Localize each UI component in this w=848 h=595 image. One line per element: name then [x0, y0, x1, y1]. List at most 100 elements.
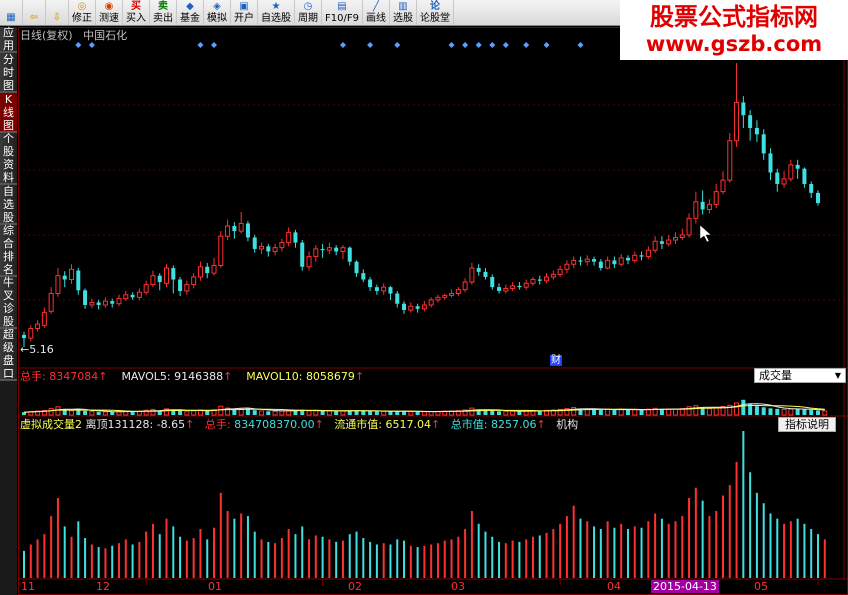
open-account-icon: ▣: [239, 1, 249, 12]
toolbar-button-forum[interactable]: 论论股堂: [417, 0, 454, 25]
toolbar-button-speed[interactable]: ◉ 测速: [96, 0, 123, 25]
volume-bar: [252, 410, 257, 415]
volume-bar: [191, 410, 197, 416]
toolbar-button-simulate[interactable]: ◈ 模拟: [204, 0, 231, 25]
toolbar-button-grid[interactable]: ▦: [0, 0, 23, 25]
toolbar-button-label: 修正: [72, 13, 92, 24]
candle-body: [259, 245, 265, 250]
stock-software-window: ▦ ⇦ ⇩ ◎ 修正 ◉ 测速买买入卖卖出 ◆ 基金 ◈ 模拟 ▣ 开户 ★ 自选股 ◷ 周期 ▤ F10/F9 ╱ 画…: [0, 0, 848, 595]
candle-body: [211, 264, 217, 274]
toolbar-button-fund[interactable]: ◆ 基金: [177, 0, 204, 25]
candle-body: [388, 287, 393, 294]
up-arrow-icon: ↑: [354, 370, 365, 383]
candle-body: [171, 268, 176, 280]
indicator-dropdown[interactable]: 成交量 ▼: [754, 368, 846, 383]
toolbar-button-label: 论股堂: [419, 13, 450, 24]
kline-chart-area[interactable]: 日线(复权) 中国石化 ←5.16 财 总手: 8347084↑ MAVOL5:…: [18, 27, 848, 595]
sidebar-tab-4[interactable]: 自选股: [0, 185, 17, 225]
chart-canvas[interactable]: [18, 27, 848, 595]
select-stock-icon: ▥: [398, 1, 408, 12]
candle-body: [618, 257, 624, 265]
sidebar-tab-1[interactable]: 分时图: [0, 53, 17, 93]
up-arrow-icon: ↑: [223, 370, 233, 383]
candle-body: [497, 287, 502, 291]
candle-body: [761, 134, 766, 154]
candle-body: [178, 279, 183, 291]
volume-bar: [184, 410, 190, 416]
volume-total-value: 8347084: [49, 370, 99, 383]
volume-bar: [781, 408, 787, 416]
sidebar-tab-5[interactable]: 综合排名: [0, 224, 17, 277]
toolbar-button-fix[interactable]: ◎ 修正: [69, 0, 96, 25]
float-cap-label: 流通市值:: [334, 418, 383, 431]
candle-body: [802, 168, 807, 184]
candle-body: [266, 246, 271, 252]
candle-body: [55, 275, 61, 295]
indicator-total-label: 总手:: [204, 418, 231, 431]
sidebar-tab-3[interactable]: 个股资料: [0, 132, 17, 185]
candle-body: [300, 242, 305, 267]
toolbar-button-favorites[interactable]: ★ 自选股: [258, 0, 295, 25]
sidebar-tab-2[interactable]: K线图: [0, 93, 17, 133]
watermark-url: www.gszb.com: [645, 32, 823, 56]
toolbar-button-period[interactable]: ◷ 周期: [295, 0, 322, 25]
x-axis-month-label: 05: [754, 580, 768, 593]
x-axis-month-label: 02: [348, 580, 362, 593]
toolbar-button-buy[interactable]: 买买入: [123, 0, 150, 25]
volume-bar: [388, 411, 393, 415]
speed-icon: ◉: [104, 1, 114, 12]
volume-bar: [693, 405, 699, 416]
signal-marker-icon: [75, 42, 82, 48]
toolbar-button-f10[interactable]: ▤ F10/F9: [322, 0, 363, 25]
toolbar-button-back-arrow[interactable]: ⇦: [23, 0, 46, 25]
volume-bar: [713, 407, 719, 416]
volume-bar: [788, 408, 794, 416]
candle-body: [136, 291, 142, 298]
candle-body: [313, 248, 319, 258]
candle-body: [272, 247, 278, 252]
candle-body: [652, 240, 658, 251]
volume-bar: [279, 410, 285, 416]
candle-body: [157, 275, 162, 283]
sidebar-tab-6[interactable]: 牛叉诊股: [0, 276, 17, 329]
candle-body: [320, 248, 325, 251]
toolbar-button-down-arrow[interactable]: ⇩: [46, 0, 69, 25]
toolbar-button-select-stock[interactable]: ▥ 选股: [390, 0, 417, 25]
sidebar-tab-7[interactable]: 超级盘口: [0, 328, 17, 381]
total-cap-value: 8257.06: [490, 418, 537, 431]
volume-bar: [706, 408, 712, 416]
candle-body: [164, 267, 170, 284]
f10-icon: ▤: [337, 1, 347, 12]
candle-body: [381, 286, 387, 292]
signal-marker-icon: [489, 42, 496, 48]
sidebar-tab-0[interactable]: 应用: [0, 26, 17, 53]
candle-body: [354, 261, 359, 274]
indicator-explain-button[interactable]: 指标说明: [778, 417, 836, 432]
candle-body: [435, 296, 441, 301]
candle-body: [130, 294, 135, 298]
selected-date-marker: 2015-04-13: [651, 580, 719, 593]
candle-body: [116, 298, 122, 305]
candle-body: [449, 293, 455, 296]
candle-body: [402, 303, 407, 311]
distance-value: -8.65: [156, 418, 186, 431]
finance-marker[interactable]: 财: [550, 355, 562, 366]
candle-body: [612, 260, 617, 265]
volume-bar: [340, 410, 346, 416]
candle-body: [225, 225, 231, 237]
distance-label: 离顶131128:: [85, 418, 154, 431]
indicator-name: 虚拟成交量2: [20, 418, 82, 431]
volume-bar: [272, 410, 278, 416]
toolbar-button-draw-line[interactable]: ╱ 画线: [363, 0, 390, 25]
indicator-dropdown-value: 成交量: [759, 369, 792, 382]
toolbar-button-label: 开户: [234, 13, 254, 24]
volume-bar: [517, 411, 522, 415]
candle-body: [592, 259, 597, 262]
toolbar-button-open-account[interactable]: ▣ 开户: [231, 0, 258, 25]
x-axis-month-label: 01: [208, 580, 222, 593]
candle-body: [89, 301, 95, 306]
up-arrow-icon: ↑: [185, 418, 195, 431]
period-label: 日线(复权): [20, 29, 73, 42]
signal-marker-icon: [502, 42, 509, 48]
toolbar-button-sell[interactable]: 卖卖出: [150, 0, 177, 25]
